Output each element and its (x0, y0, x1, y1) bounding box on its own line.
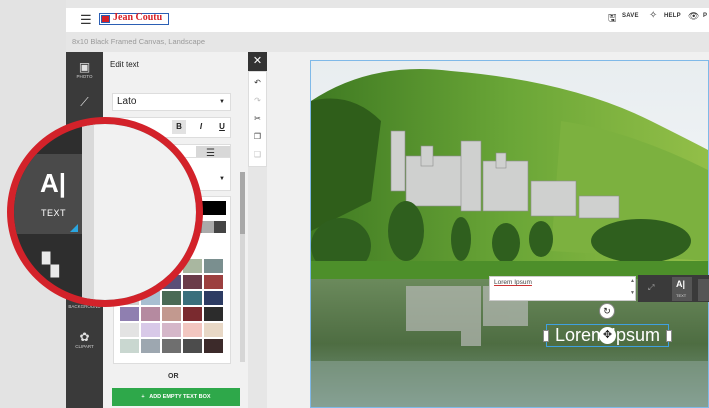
or-divider: OR (168, 373, 179, 380)
palette-scrollbar-thumb[interactable] (240, 172, 245, 234)
italic-button[interactable]: I (194, 120, 208, 134)
active-corner-marker (70, 224, 78, 232)
color-swatch[interactable] (141, 323, 160, 337)
magnified-text-label: TEXT (41, 208, 67, 218)
rail-label-clipart: CLIPART (75, 344, 94, 349)
photo-canvas[interactable] (310, 60, 709, 408)
font-select-value: Lato (117, 96, 137, 107)
brand-logo-mark (101, 15, 110, 23)
undo-icon[interactable]: ↶ (249, 78, 266, 87)
color-swatch[interactable] (214, 221, 226, 233)
color-swatch[interactable] (120, 339, 139, 353)
color-swatch[interactable] (183, 307, 202, 321)
help-button[interactable]: HELP (664, 13, 681, 19)
save-icon[interactable]: 🖫 (608, 11, 617, 28)
resize-handle-left[interactable] (543, 330, 549, 342)
add-empty-text-box-button[interactable]: + ADD EMPTY TEXT BOX (112, 388, 240, 406)
rail-item-photo[interactable]: ▣ PHOTO (66, 60, 103, 79)
color-swatch[interactable] (120, 307, 139, 321)
close-panel-button[interactable]: ✕ (248, 52, 267, 71)
add-button-label: ADD EMPTY TEXT BOX (149, 394, 211, 400)
color-swatch[interactable] (162, 307, 181, 321)
rotate-icon[interactable]: ↻ (599, 303, 615, 319)
rail-label-photo: PHOTO (76, 74, 93, 79)
color-swatch[interactable] (204, 323, 223, 337)
color-swatch[interactable] (202, 221, 214, 233)
color-swatch[interactable] (141, 339, 160, 353)
canvas-text-input[interactable]: Lorem Ipsum (489, 276, 636, 301)
chevron-down-icon: ▼ (219, 176, 225, 182)
panel-title: Edit text (110, 60, 139, 69)
eye-icon[interactable]: 👁 (688, 11, 700, 22)
canvas-text-input-value: Lorem Ipsum (494, 279, 532, 286)
color-swatch[interactable] (204, 307, 223, 321)
color-swatch[interactable] (204, 275, 223, 289)
preview-button[interactable]: P (703, 13, 707, 19)
color-swatch[interactable] (162, 339, 181, 353)
lightbulb-icon[interactable]: ✧ (649, 10, 658, 21)
color-swatch[interactable] (162, 323, 181, 337)
magnified-border-label: ORDER (14, 128, 57, 140)
product-title: 8x10 Black Framed Canvas, Landscape (72, 37, 205, 46)
photo-icon: ▣ (78, 60, 91, 74)
color-swatch[interactable] (204, 259, 223, 273)
text-tool-icon: A| (676, 279, 686, 289)
underline-button[interactable]: U (215, 120, 229, 134)
brand-name: Jean Coutu (113, 12, 163, 23)
text-tool-label: TEXT (676, 293, 687, 298)
wand-icon: ⟋ (80, 95, 89, 109)
cut-icon[interactable]: ✂ (249, 114, 266, 123)
magnifier-callout: ORDER A| TEXT ▚ (7, 117, 203, 307)
resize-handle-right[interactable] (666, 330, 672, 342)
rail-item-magic[interactable]: ⟋ (66, 95, 103, 110)
magnified-scroll (82, 124, 94, 300)
resize-icon[interactable]: ⤢ (648, 283, 654, 293)
color-swatch[interactable] (204, 291, 223, 305)
chevron-down-icon: ▼ (219, 99, 225, 105)
color-swatch[interactable] (183, 323, 202, 337)
layout-icon[interactable]: ▚ (42, 252, 59, 278)
paste-icon[interactable]: ❑ (249, 150, 266, 159)
copy-icon[interactable]: ❐ (249, 132, 266, 141)
magnified-panel (82, 124, 196, 300)
layer-tool-button[interactable] (698, 279, 709, 301)
rail-item-clipart[interactable]: ✿ CLIPART (66, 330, 103, 349)
castle-photo (311, 61, 708, 407)
save-button[interactable]: SAVE (622, 13, 639, 19)
input-scroll-arrows[interactable]: ▲ ▼ (630, 278, 635, 296)
redo-icon[interactable]: ↷ (249, 96, 266, 105)
move-icon[interactable]: ✥ (599, 327, 616, 344)
plus-icon: + (141, 394, 145, 400)
app-screen: ☰ Jean Coutu 🖫 SAVE ✧ HELP 👁 P 8x10 Blac… (0, 0, 709, 408)
color-swatch[interactable] (204, 339, 223, 353)
color-swatch[interactable] (183, 339, 202, 353)
hamburger-icon[interactable]: ☰ (80, 12, 92, 28)
color-swatch[interactable] (120, 323, 139, 337)
clipart-icon: ✿ (79, 330, 90, 344)
color-swatch[interactable] (141, 307, 160, 321)
text-tool-big-icon: A| (40, 168, 67, 198)
